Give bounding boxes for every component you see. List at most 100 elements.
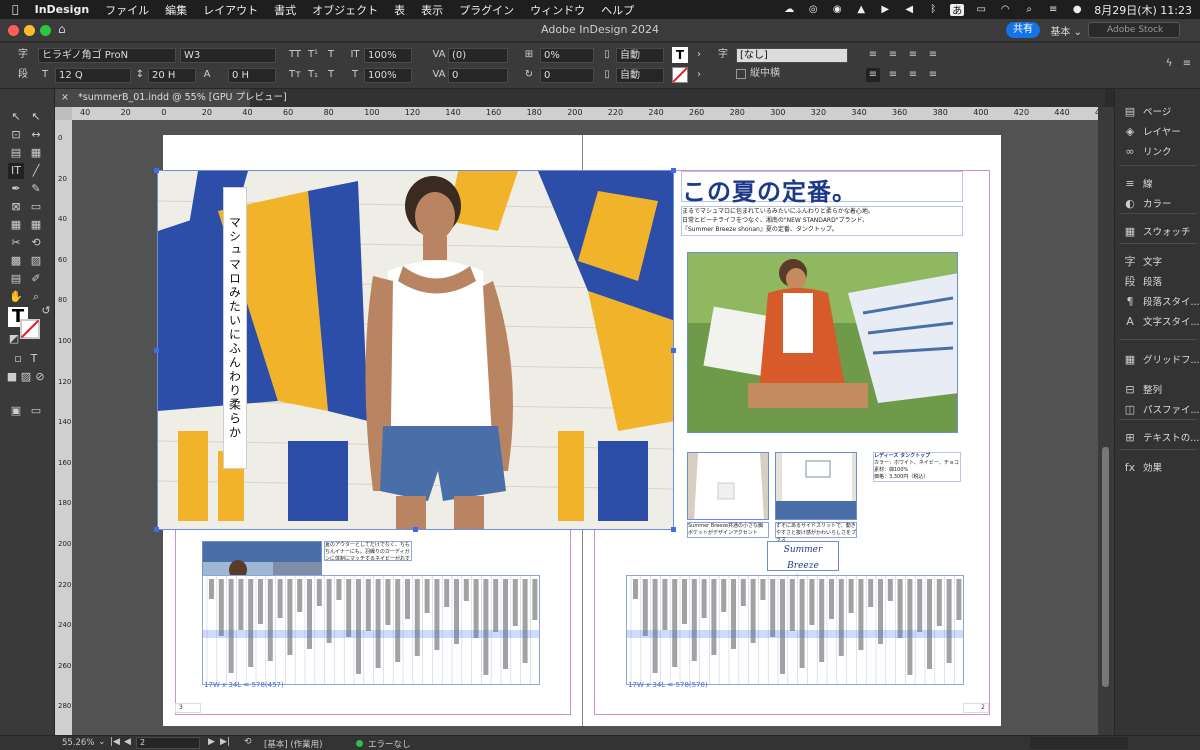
- strikethrough-icon[interactable]: T: [324, 68, 338, 82]
- wifi-icon[interactable]: ◠: [998, 4, 1012, 16]
- character-style-field[interactable]: [なし]: [736, 48, 848, 63]
- selection-handle[interactable]: [154, 348, 159, 353]
- panel-character-styles[interactable]: A 文字スタイ...: [1115, 311, 1200, 331]
- zoom-level[interactable]: 55.26%: [62, 738, 94, 748]
- vlc-icon[interactable]: ▲: [854, 4, 868, 16]
- bluetooth-icon[interactable]: ᛒ: [926, 4, 940, 16]
- character-mode-icon[interactable]: 字: [16, 48, 30, 62]
- vertical-scrollbar[interactable]: [1098, 107, 1114, 735]
- first-page-icon[interactable]: |◀: [110, 737, 120, 747]
- zoom-dropdown-icon[interactable]: ⌄: [98, 737, 106, 747]
- leading-field[interactable]: 20 H: [148, 68, 196, 83]
- workspace-switcher[interactable]: 基本 ⌄: [1050, 23, 1082, 38]
- menu-plugins[interactable]: プラグイン: [459, 2, 514, 18]
- siri-icon[interactable]: ●: [1070, 4, 1084, 16]
- kerning-field[interactable]: (0): [448, 48, 508, 63]
- chevron-right-icon[interactable]: ›: [692, 48, 706, 62]
- volume-icon[interactable]: ◀: [902, 4, 916, 16]
- rectangle-tool-icon[interactable]: ▭: [28, 199, 44, 215]
- style-status[interactable]: [基本] (作業用): [264, 738, 322, 750]
- formatting-container-icon[interactable]: ▫: [10, 351, 26, 367]
- formatting-text-icon[interactable]: T: [26, 351, 42, 367]
- small-caps-icon[interactable]: Tт: [288, 68, 302, 82]
- free-transform-tool-icon[interactable]: ⟲: [28, 235, 44, 251]
- preflight-status[interactable]: エラーなし: [368, 738, 411, 750]
- menu-object[interactable]: オブジェクト: [312, 2, 378, 18]
- panel-align[interactable]: ⊟ 整列: [1115, 379, 1200, 399]
- caption-1[interactable]: Summer Breeze共通の小さな胸ポケットがデザインアクセント: [687, 522, 769, 538]
- panel-paragraph[interactable]: 段段落: [1115, 271, 1200, 291]
- page-number-right[interactable]: 2: [963, 703, 989, 713]
- gradient-feather-tool-icon[interactable]: ▨: [28, 253, 44, 269]
- creative-cloud-icon[interactable]: ◎: [806, 4, 820, 16]
- main-photo[interactable]: マシュマロみたいにふんわり柔らか: [157, 170, 674, 530]
- align-left-icon[interactable]: ≡: [866, 48, 880, 62]
- apple-menu-icon[interactable]: : [12, 3, 19, 16]
- underline-icon[interactable]: T: [324, 48, 338, 62]
- menu-window[interactable]: ウィンドウ: [530, 2, 585, 18]
- superscript-icon[interactable]: T¹: [306, 48, 320, 62]
- page-tool-icon[interactable]: ⊡: [8, 127, 24, 143]
- prev-page-icon[interactable]: ◀: [124, 737, 131, 747]
- lightning-icon[interactable]: ϟ: [1162, 57, 1176, 71]
- panel-text-wrap[interactable]: ⊞ テキストの...: [1115, 427, 1200, 447]
- panel-links[interactable]: ∞ リンク: [1115, 141, 1200, 161]
- menu-edit[interactable]: 編集: [165, 2, 187, 18]
- align-right-icon[interactable]: ≡: [906, 48, 920, 62]
- document-tab[interactable]: × *summerB_01.indd @ 55% [GPU プレビュー]: [55, 89, 287, 107]
- open-page-icon[interactable]: ⟲: [244, 737, 252, 747]
- page-number-left[interactable]: 3: [175, 703, 201, 713]
- vertical-type-tool-icon[interactable]: IT: [8, 163, 24, 179]
- paragraph-mode-icon[interactable]: 段: [16, 68, 30, 82]
- character-rotation-field[interactable]: 0: [540, 68, 594, 83]
- gradient-swatch-tool-icon[interactable]: ▩: [8, 253, 24, 269]
- font-size-field[interactable]: 12 Q: [55, 68, 131, 83]
- detail-photo-1[interactable]: [687, 452, 769, 520]
- eyedropper-tool-icon[interactable]: ✐: [28, 271, 44, 287]
- horizontal-ruler[interactable]: 40 20 0 20 40 60 80 100 120 140 160 180 200 220 240 260…: [72, 107, 1105, 120]
- pencil-tool-icon[interactable]: ✎: [28, 181, 44, 197]
- pen-tool-icon[interactable]: ✒: [8, 181, 24, 197]
- horizontal-scale-field[interactable]: 100%: [364, 68, 412, 83]
- share-button[interactable]: 共有: [1006, 22, 1040, 38]
- line-tool-icon[interactable]: ╱: [28, 163, 44, 179]
- tracking-field[interactable]: 0: [448, 68, 508, 83]
- panel-pathfinder[interactable]: ◫ パスファイ...: [1115, 399, 1200, 419]
- align-center-icon[interactable]: ≡: [886, 48, 900, 62]
- menu-layout[interactable]: レイアウト: [203, 2, 258, 18]
- panel-stroke[interactable]: ≡ 線: [1115, 173, 1200, 193]
- vertical-headline[interactable]: マシュマロみたいにふんわり柔らか: [223, 187, 247, 469]
- horizontal-grid-tool-icon[interactable]: ▦: [28, 217, 44, 233]
- view-mode-icon[interactable]: ▭: [28, 403, 44, 419]
- vertical-ruler[interactable]: 0204060801001201401601802002202402602803…: [55, 120, 72, 735]
- panel-grid-format[interactable]: ▦ グリッドフ...: [1115, 349, 1200, 369]
- page-field[interactable]: 2: [136, 737, 200, 749]
- aki-after-field[interactable]: 自動: [616, 68, 664, 83]
- ruler-origin[interactable]: [55, 107, 72, 120]
- justify-right-icon[interactable]: ≡: [906, 68, 920, 82]
- selection-handle[interactable]: [671, 168, 676, 173]
- left-body-text-frame[interactable]: [202, 575, 540, 685]
- chevron-right-icon-2[interactable]: ›: [692, 68, 706, 82]
- menu-type[interactable]: 書式: [274, 2, 296, 18]
- selection-handle[interactable]: [413, 527, 418, 532]
- stroke-none-icon[interactable]: [672, 67, 688, 83]
- screen-mode-icon[interactable]: ▣: [8, 403, 24, 419]
- hand-tool-icon[interactable]: ✋: [8, 289, 24, 305]
- panel-character[interactable]: 字文字: [1115, 251, 1200, 271]
- selection-handle[interactable]: [154, 168, 159, 173]
- panel-paragraph-styles[interactable]: ¶ 段落スタイ...: [1115, 291, 1200, 311]
- cloud-icon[interactable]: ☁: [782, 4, 796, 16]
- note-tool-icon[interactable]: ▤: [8, 271, 24, 287]
- fill-text-color-icon[interactable]: T: [672, 47, 688, 63]
- panel-menu-icon[interactable]: ≡: [1180, 57, 1194, 71]
- justify-all-icon[interactable]: ≡: [926, 68, 940, 82]
- subscript-icon[interactable]: T₁: [306, 68, 320, 82]
- selection-handle[interactable]: [671, 348, 676, 353]
- clock[interactable]: 8月29日(木) 11:23: [1094, 2, 1192, 18]
- panel-swatches[interactable]: ▦ スウォッチ: [1115, 221, 1200, 241]
- selection-handle[interactable]: [671, 527, 676, 532]
- menu-file[interactable]: ファイル: [105, 2, 149, 18]
- vertical-scale-field[interactable]: 100%: [364, 48, 412, 63]
- menu-help[interactable]: ヘルプ: [601, 2, 634, 18]
